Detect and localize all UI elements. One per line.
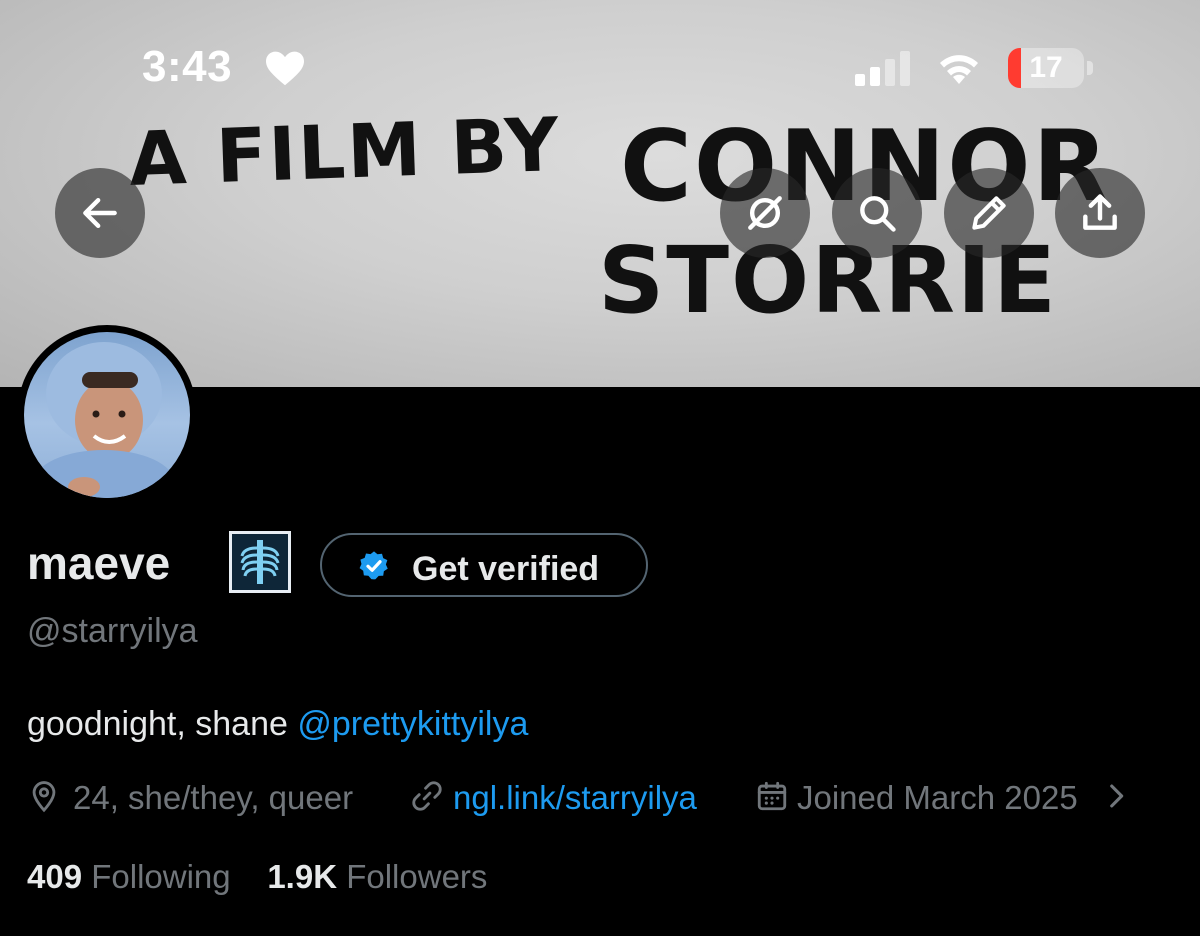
wifi-icon <box>940 55 978 84</box>
edit-button[interactable] <box>944 168 1034 258</box>
following-label: Following <box>91 858 231 895</box>
followers-link[interactable]: 1.9K Followers <box>267 858 487 895</box>
get-verified-label: Get verified <box>412 550 600 588</box>
share-icon <box>1083 194 1117 230</box>
status-time: 3:43 <box>142 42 233 91</box>
avatar-photo <box>24 332 190 498</box>
bio-mention-link[interactable]: @prettykittyilya <box>297 705 528 743</box>
verified-badge-icon <box>359 551 388 580</box>
back-button[interactable] <box>55 168 145 258</box>
banner-line-1: A FILM BY <box>128 102 562 203</box>
search-button[interactable] <box>832 168 922 258</box>
followers-label: Followers <box>346 858 488 895</box>
grok-button[interactable] <box>720 168 810 258</box>
profile-bio: goodnight, shane @prettykittyilya <box>27 705 528 744</box>
x-ray-emoji-icon <box>229 531 291 593</box>
grok-icon <box>748 196 782 230</box>
profile-website-link[interactable]: ngl.link/starryilya <box>453 779 697 817</box>
follow-stats: 409 Following 1.9K Followers <box>27 858 487 896</box>
bio-text: goodnight, shane <box>27 705 298 743</box>
link-icon <box>412 781 442 811</box>
location-text: 24, she/they, queer <box>73 779 354 816</box>
back-arrow-icon <box>83 197 117 229</box>
followers-count: 1.9K <box>267 858 338 895</box>
location-pin-icon <box>32 781 56 813</box>
display-name: maeve <box>27 537 171 589</box>
profile-meta-row: 24, she/they, queer ngl.link/starryilya … <box>27 777 1177 817</box>
following-link[interactable]: 409 Following <box>27 858 231 895</box>
following-count: 409 <box>27 858 83 895</box>
user-handle: @starryilya <box>27 612 198 650</box>
heart-icon <box>266 51 304 86</box>
joined-date[interactable]: Joined March 2025 <box>797 779 1078 817</box>
calendar-icon <box>757 781 787 811</box>
profile-avatar[interactable] <box>17 325 197 505</box>
chevron-right-icon[interactable] <box>1099 779 1133 813</box>
share-button[interactable] <box>1055 168 1145 258</box>
get-verified-button[interactable]: Get verified <box>320 533 648 597</box>
battery-icon: 17 <box>1008 48 1094 88</box>
edit-pencil-icon <box>972 196 1006 230</box>
cellular-signal-icon <box>855 51 910 86</box>
battery-level: 17 <box>1029 51 1063 84</box>
search-icon <box>860 196 896 232</box>
